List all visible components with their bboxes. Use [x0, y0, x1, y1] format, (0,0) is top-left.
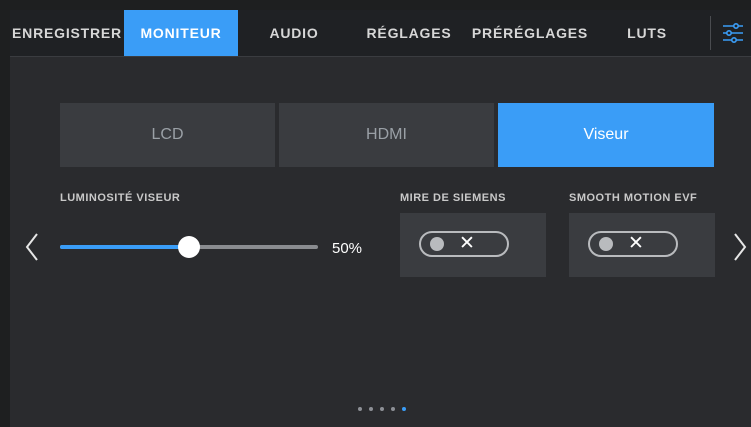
page-indicator [358, 407, 406, 411]
page-dot[interactable] [402, 407, 406, 411]
tab-prereglages[interactable]: PRÉRÉGLAGES [468, 10, 592, 56]
smooth-motion-label: SMOOTH MOTION EVF [569, 192, 698, 204]
smooth-motion-toggle[interactable]: ✕ [588, 231, 678, 257]
tab-audio[interactable]: AUDIO [238, 10, 350, 56]
page-dot[interactable] [369, 407, 373, 411]
off-icon: ✕ [628, 232, 644, 254]
segment-lcd[interactable]: LCD [60, 103, 275, 167]
chevron-right-icon[interactable] [732, 232, 748, 262]
tab-divider [710, 16, 711, 50]
slider-knob[interactable] [178, 236, 200, 258]
siemens-toggle[interactable]: ✕ [419, 231, 509, 257]
brightness-value: 50% [332, 240, 363, 257]
toggle-knob [430, 237, 444, 251]
tab-luts[interactable]: LUTS [592, 10, 702, 56]
off-icon: ✕ [459, 232, 475, 254]
camera-monitor-screen: ENREGISTRER MONITEUR AUDIO RÉGLAGES PRÉR… [0, 0, 751, 427]
slider-fill [60, 245, 189, 249]
settings-menu-button[interactable] [716, 10, 750, 56]
segment-hdmi[interactable]: HDMI [279, 103, 494, 167]
page-dot[interactable] [391, 407, 395, 411]
sliders-icon [723, 23, 743, 43]
page-dot[interactable] [380, 407, 384, 411]
tab-moniteur[interactable]: MONITEUR [124, 10, 238, 56]
tab-bar: ENREGISTRER MONITEUR AUDIO RÉGLAGES PRÉR… [10, 10, 751, 57]
brightness-slider[interactable] [60, 236, 318, 258]
tab-enregistrer[interactable]: ENREGISTRER [10, 10, 124, 56]
toggle-knob [599, 237, 613, 251]
chevron-left-icon[interactable] [24, 232, 40, 262]
smooth-motion-toggle-box[interactable]: ✕ [569, 213, 715, 277]
tab-reglages[interactable]: RÉGLAGES [350, 10, 468, 56]
brightness-label: LUMINOSITÉ VISEUR [60, 192, 181, 204]
siemens-label: MIRE DE SIEMENS [400, 192, 506, 204]
segment-viseur[interactable]: Viseur [498, 103, 714, 167]
page-dot[interactable] [358, 407, 362, 411]
monitor-settings-panel: LCD HDMI Viseur LUMINOSITÉ VISEUR MIRE D… [10, 57, 751, 427]
siemens-toggle-box[interactable]: ✕ [400, 213, 546, 277]
